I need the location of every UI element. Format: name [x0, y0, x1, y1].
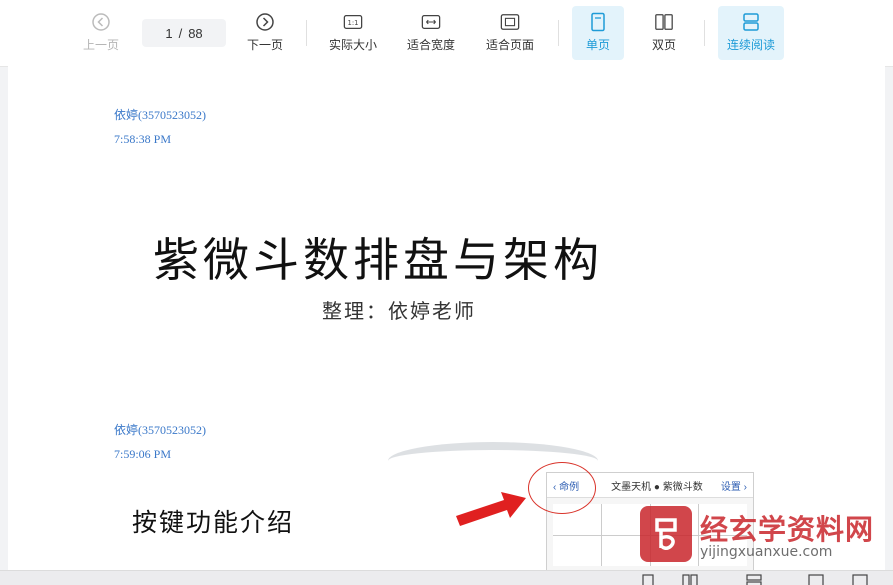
fit-width-label: 适合宽度	[406, 38, 455, 52]
actual-size-label: 实际大小	[328, 38, 377, 52]
page-number-input[interactable]: 1 / 88	[142, 19, 226, 47]
chevron-left-circle-icon	[91, 12, 111, 32]
red-arrow-icon	[456, 492, 526, 526]
actual-size-button[interactable]: 1:1 实际大小	[320, 6, 386, 60]
total-pages: 88	[188, 25, 203, 41]
watermark: 经玄学资料网 yijingxuanxue.com	[640, 506, 880, 570]
toolbar-divider	[558, 20, 559, 46]
fit-page-icon	[500, 12, 520, 32]
highlight-circle	[528, 462, 596, 514]
phone-title: 文墨天机 ● 紫微斗数	[611, 481, 703, 493]
continuous-scroll-icon[interactable]	[746, 574, 762, 585]
single-page-button[interactable]: 单页	[572, 6, 624, 60]
continuous-reading-button[interactable]: 连续阅读	[718, 6, 784, 60]
actual-size-icon[interactable]	[808, 574, 824, 585]
watermark-url: yijingxuanxue.com	[700, 544, 833, 560]
prev-page-label: 上一页	[82, 38, 119, 52]
chevron-right-circle-icon	[255, 12, 275, 32]
document-subtitle: 整理：依婷老师	[322, 299, 476, 323]
continuous-scroll-icon	[741, 12, 761, 32]
single-page-icon[interactable]	[640, 574, 656, 585]
single-page-label: 单页	[585, 38, 610, 52]
fit-page-button[interactable]: 适合页面	[477, 6, 543, 60]
viewer-toolbar: 上一页 1 / 88 下一页 1:1 实际大小 适合宽度 适合页面 单页 双页 …	[0, 0, 893, 67]
section-title: 按键功能介绍	[132, 508, 295, 537]
fit-page-label: 适合页面	[485, 38, 534, 52]
fit-width-button[interactable]: 适合宽度	[398, 6, 464, 60]
double-page-label: 双页	[651, 38, 676, 52]
actual-size-icon-text: 1:1	[348, 19, 359, 27]
document-title: 紫微斗数排盘与架构	[153, 233, 603, 287]
page-separator: /	[178, 25, 183, 41]
current-page: 1	[165, 25, 173, 41]
fit-width-icon	[421, 12, 441, 32]
document-page: 依婷(3570523052) 7:58:38 PM 紫微斗数排盘与架构 整理：依…	[8, 66, 885, 570]
watermark-name: 经玄学资料网	[700, 513, 875, 546]
continuous-reading-label: 连续阅读	[726, 38, 775, 52]
double-page-icon	[654, 12, 674, 32]
watermark-logo-icon	[640, 506, 692, 562]
message-sender: 依婷(3570523052)	[114, 108, 206, 122]
fit-width-icon[interactable]	[852, 574, 868, 585]
prev-page-button[interactable]: 上一页	[74, 6, 128, 60]
message-sender: 依婷(3570523052)	[114, 423, 206, 437]
double-page-icon[interactable]	[682, 574, 698, 585]
next-page-label: 下一页	[246, 38, 283, 52]
toolbar-divider	[704, 20, 705, 46]
next-page-button[interactable]: 下一页	[238, 6, 292, 60]
phone-settings-link: 设置 ›	[720, 481, 747, 493]
single-page-icon	[588, 12, 608, 32]
message-time: 7:59:06 PM	[114, 447, 172, 461]
double-page-button[interactable]: 双页	[638, 6, 690, 60]
message-time: 7:58:38 PM	[114, 132, 172, 146]
actual-size-icon: 1:1	[343, 12, 363, 32]
bottom-toolbar	[0, 570, 893, 585]
toolbar-divider	[306, 20, 307, 46]
